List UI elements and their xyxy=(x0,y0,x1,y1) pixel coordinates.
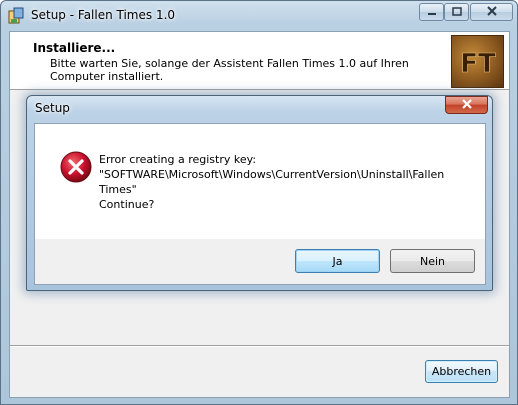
close-icon xyxy=(461,98,473,112)
error-dialog: Setup Error creating a registry key: "SO… xyxy=(26,95,493,291)
dialog-message-area: Error creating a registry key: "SOFTWARE… xyxy=(35,124,485,239)
maximize-icon xyxy=(451,6,462,19)
setup-app-icon[interactable] xyxy=(8,7,25,25)
dialog-title: Setup xyxy=(35,101,70,115)
message-line: Times" xyxy=(99,183,137,196)
fallen-times-logo: FT xyxy=(451,35,504,88)
no-button[interactable]: Nein xyxy=(390,249,475,273)
yes-button[interactable]: Ja xyxy=(295,249,380,273)
maximize-button[interactable] xyxy=(444,3,469,21)
setup-titlebar[interactable]: Setup - Fallen Times 1.0 xyxy=(1,1,517,31)
page-description: Bitte warten Sie, solange der Assistent … xyxy=(50,57,409,83)
message-line: "SOFTWARE\Microsoft\Windows\CurrentVersi… xyxy=(99,168,445,181)
close-icon xyxy=(486,5,497,19)
page-title: Installiere... xyxy=(33,41,116,55)
setup-header: Installiere... Bitte warten Sie, solange… xyxy=(10,32,509,90)
minimize-button[interactable] xyxy=(419,3,444,21)
error-icon xyxy=(60,151,92,183)
abort-button[interactable]: Abbrechen xyxy=(425,360,498,383)
logo-text: FT xyxy=(460,49,496,79)
minimize-icon xyxy=(427,6,437,19)
error-message: Error creating a registry key: "SOFTWARE… xyxy=(99,152,469,212)
message-line: Continue? xyxy=(99,198,155,211)
dialog-client-area: Error creating a registry key: "SOFTWARE… xyxy=(34,123,486,285)
footer-divider xyxy=(10,345,509,347)
close-button[interactable] xyxy=(470,3,513,21)
dialog-close-button[interactable] xyxy=(445,96,488,114)
message-line: Error creating a registry key: xyxy=(99,153,257,166)
setup-window-title: Setup - Fallen Times 1.0 xyxy=(31,8,176,22)
